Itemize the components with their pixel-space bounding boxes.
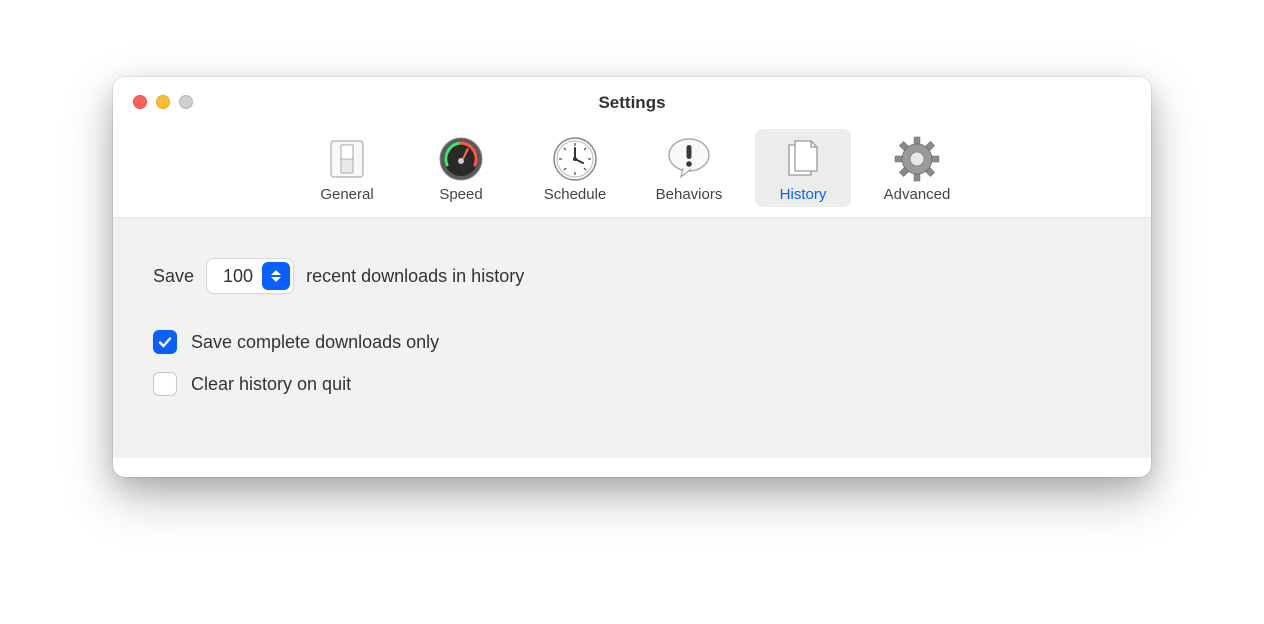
tab-schedule[interactable]: Schedule bbox=[527, 129, 623, 207]
tab-general[interactable]: General bbox=[299, 129, 395, 207]
titlebar: Settings bbox=[113, 77, 1151, 129]
clear-history-checkbox[interactable] bbox=[153, 372, 177, 396]
window-title: Settings bbox=[598, 93, 665, 113]
window-controls bbox=[133, 95, 193, 109]
save-complete-label: Save complete downloads only bbox=[191, 332, 439, 353]
tab-history[interactable]: History bbox=[755, 129, 851, 207]
switch-icon bbox=[323, 135, 371, 183]
save-prefix-label: Save bbox=[153, 266, 194, 287]
tab-label: History bbox=[780, 186, 827, 203]
zoom-button[interactable] bbox=[179, 95, 193, 109]
settings-window: Settings General bbox=[113, 77, 1151, 477]
tab-advanced[interactable]: Advanced bbox=[869, 129, 965, 207]
speech-alert-icon bbox=[665, 135, 713, 183]
clock-icon bbox=[551, 135, 599, 183]
save-count-value: 100 bbox=[223, 266, 253, 287]
save-count-select[interactable]: 100 bbox=[206, 258, 294, 294]
save-complete-row: Save complete downloads only bbox=[153, 330, 1111, 354]
history-pane: Save 100 recent downloads in history Sav… bbox=[113, 218, 1151, 458]
gear-icon bbox=[893, 135, 941, 183]
clear-history-label: Clear history on quit bbox=[191, 374, 351, 395]
tab-label: Speed bbox=[439, 186, 482, 203]
save-suffix-label: recent downloads in history bbox=[306, 266, 524, 287]
tab-speed[interactable]: Speed bbox=[413, 129, 509, 207]
minimize-button[interactable] bbox=[156, 95, 170, 109]
documents-icon bbox=[779, 135, 827, 183]
gauge-icon bbox=[437, 135, 485, 183]
tab-label: General bbox=[320, 186, 373, 203]
close-button[interactable] bbox=[133, 95, 147, 109]
save-complete-checkbox[interactable] bbox=[153, 330, 177, 354]
checkmark-icon bbox=[157, 334, 173, 350]
tab-label: Behaviors bbox=[656, 186, 723, 203]
tab-label: Schedule bbox=[544, 186, 607, 203]
stepper-icon bbox=[262, 262, 290, 290]
preferences-toolbar: General Speed bbox=[113, 129, 1151, 218]
clear-history-row: Clear history on quit bbox=[153, 372, 1111, 396]
tab-behaviors[interactable]: Behaviors bbox=[641, 129, 737, 207]
save-history-row: Save 100 recent downloads in history bbox=[153, 258, 1111, 294]
tab-label: Advanced bbox=[884, 186, 951, 203]
